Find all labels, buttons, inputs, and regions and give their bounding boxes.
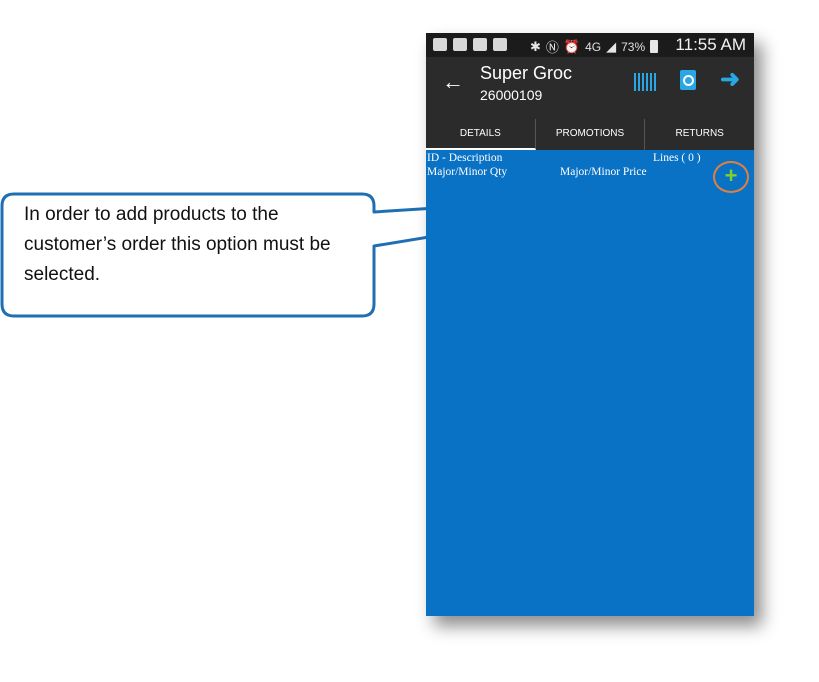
nfc-icon: Ⓝ <box>545 40 559 55</box>
status-bar: ✱ Ⓝ ⏰ 4G ◢ 73% 11:55 AM <box>426 33 754 57</box>
clock: 11:55 AM <box>675 35 746 54</box>
app-icon <box>493 38 507 51</box>
facebook-icon <box>453 38 467 51</box>
system-icons: ✱ Ⓝ ⏰ 4G ◢ 73% <box>530 37 659 56</box>
alarm-icon: ⏰ <box>563 38 581 54</box>
qty-label: Major/Minor Qty <box>427 166 508 178</box>
battery-icon <box>650 40 659 53</box>
price-label: Major/Minor Price <box>560 166 647 178</box>
lines-count: Lines ( 0 ) <box>653 152 701 164</box>
back-arrow-icon[interactable]: ← <box>442 69 464 95</box>
id-description-label: ID - Description <box>427 152 503 164</box>
callout-text: In order to add products to the customer… <box>24 204 331 285</box>
customer-name: Super Groc <box>480 63 573 83</box>
tab-bar: DETAILS PROMOTIONS RETURNS <box>426 119 754 150</box>
barcode-icon[interactable] <box>634 73 656 91</box>
add-product-button[interactable]: + <box>713 161 749 193</box>
bluetooth-icon: ✱ <box>530 38 541 54</box>
search-document-icon[interactable] <box>680 70 696 90</box>
image-icon <box>473 38 487 51</box>
network-label: 4G <box>585 39 602 54</box>
notification-icons <box>433 38 507 51</box>
forward-arrow-icon[interactable]: ➜ <box>720 65 740 94</box>
tab-returns[interactable]: RETURNS <box>645 119 754 150</box>
tab-details[interactable]: DETAILS <box>426 119 536 150</box>
message-icon <box>433 38 447 51</box>
tab-promotions[interactable]: PROMOTIONS <box>536 119 646 150</box>
list-header: ID - Description Lines ( 0 ) Major/Minor… <box>426 150 754 185</box>
phone-screen: ✱ Ⓝ ⏰ 4G ◢ 73% 11:55 AM ← Super Groc 260… <box>426 33 754 616</box>
battery-percent: 73% <box>621 39 646 54</box>
app-bar: ← Super Groc 26000109 ➜ <box>426 57 754 119</box>
signal-icon: ◢ <box>606 38 617 54</box>
product-list <box>426 185 754 616</box>
customer-id: 26000109 <box>480 87 543 103</box>
